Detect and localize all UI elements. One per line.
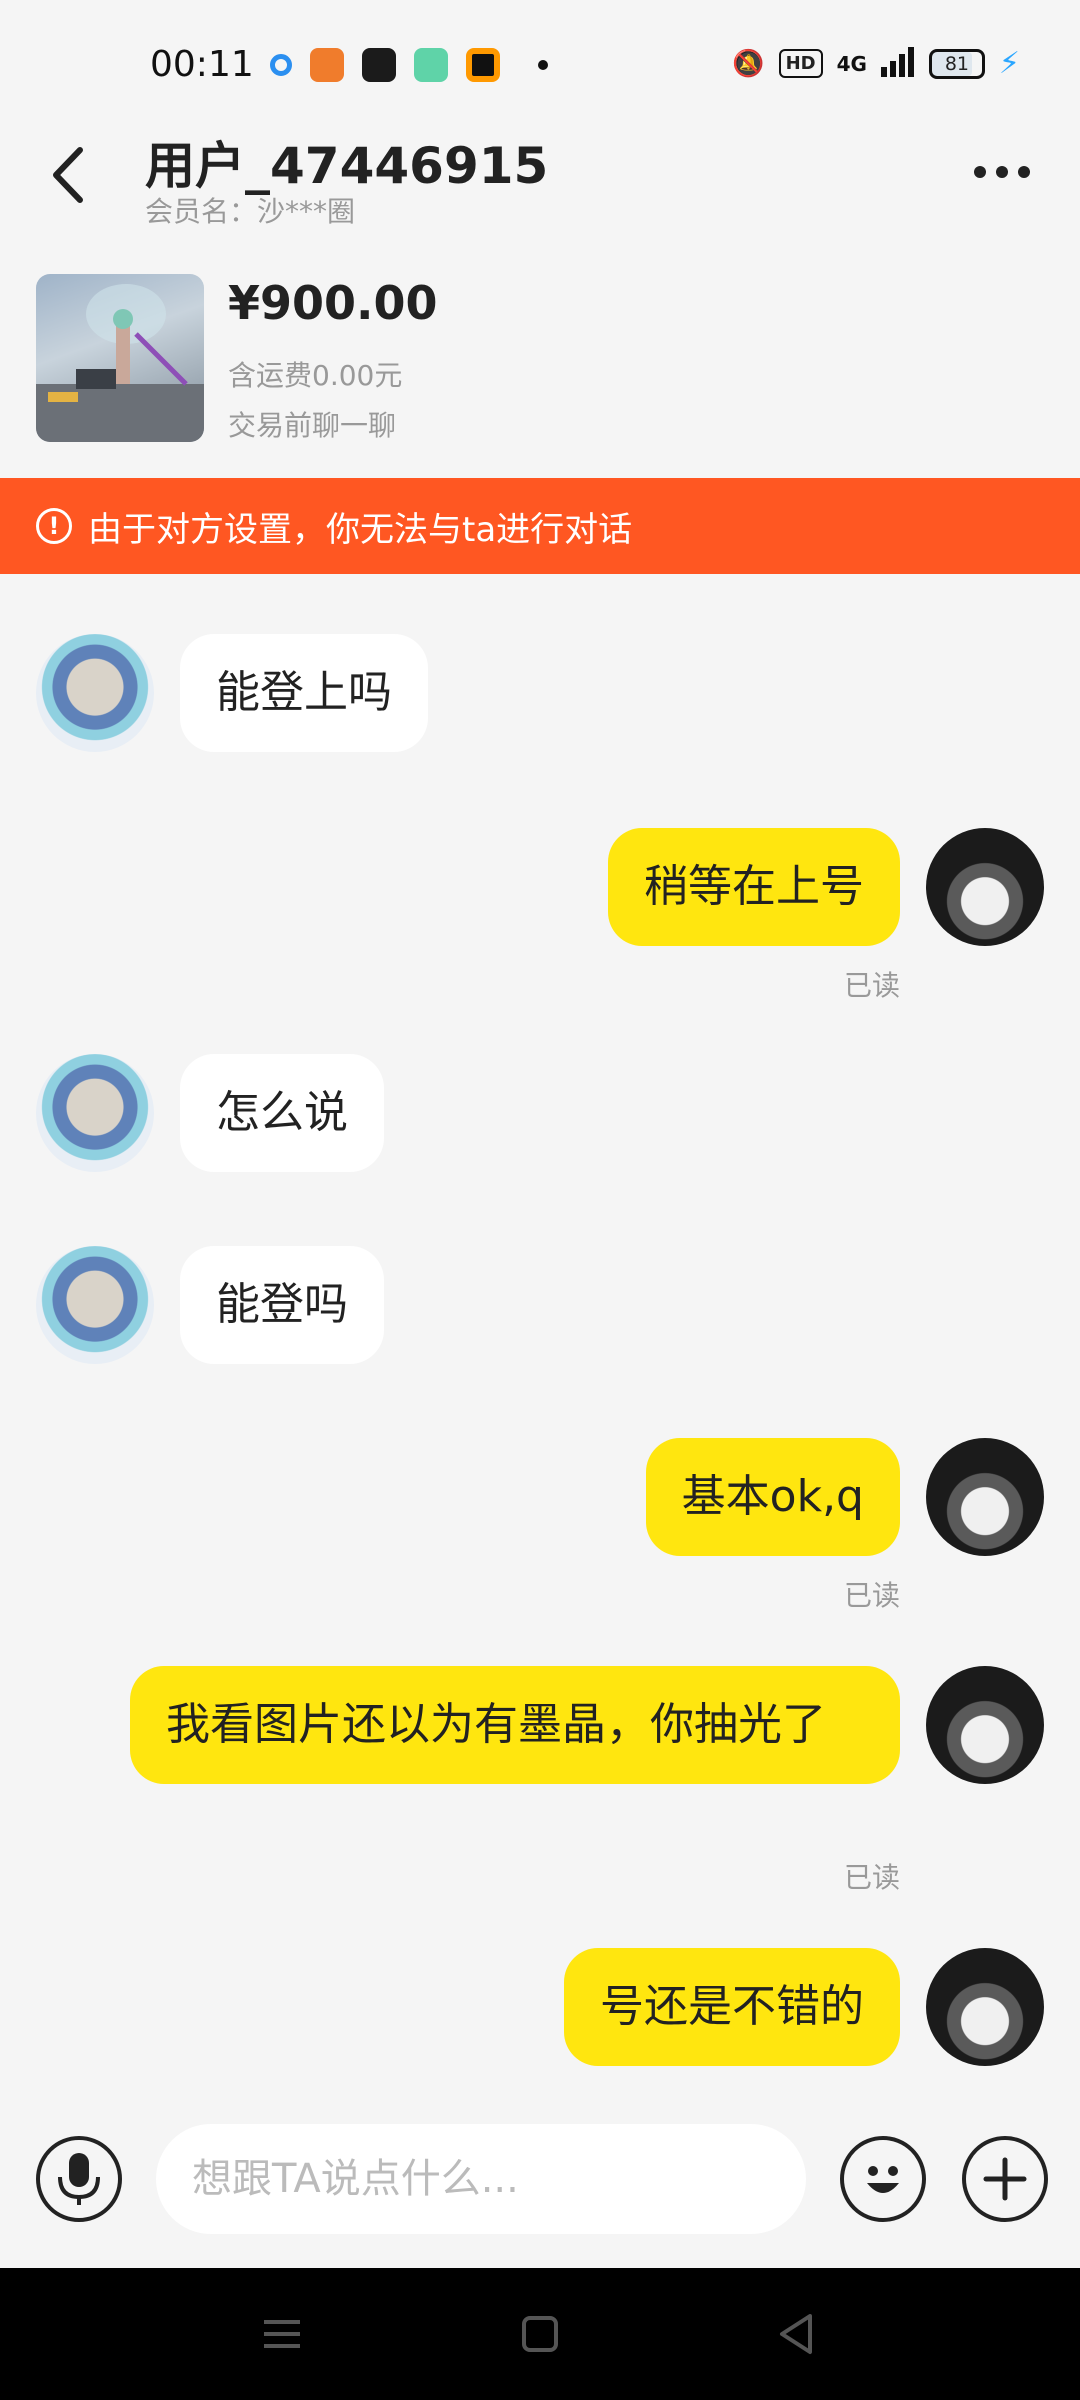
self-avatar[interactable]	[926, 828, 1044, 946]
menu-nav-button[interactable]	[252, 2308, 312, 2360]
signal-icon	[880, 46, 915, 81]
self-avatar[interactable]	[926, 1666, 1044, 1784]
message-bubble[interactable]: 能登上吗	[180, 634, 428, 752]
self-avatar[interactable]	[926, 1438, 1044, 1556]
message-bubble[interactable]: 怎么说	[180, 1054, 384, 1172]
orange-app-icon	[466, 48, 500, 82]
back-arrow-icon	[53, 147, 83, 203]
message-input[interactable]	[156, 2124, 806, 2234]
microphone-icon	[58, 2153, 100, 2205]
read-status: 已读	[843, 969, 900, 1002]
message-bubble[interactable]: 号还是不错的	[564, 1948, 900, 2066]
message-bubble[interactable]: 我看图片还以为有墨晶，你抽光了	[130, 1666, 900, 1784]
message-bubble[interactable]: 能登吗	[180, 1246, 384, 1364]
read-status: 已读	[843, 1861, 900, 1894]
read-status: 已读	[843, 1579, 900, 1612]
contact-avatar[interactable]	[36, 634, 154, 752]
prechat-hint: 交易前聊一聊	[228, 409, 397, 442]
network-label: 4G	[836, 51, 867, 76]
status-time: 00:11	[150, 44, 254, 85]
mute-vibrate-icon: 🔕	[732, 48, 765, 79]
warning-icon: !	[36, 508, 72, 544]
battery-icon: 81	[928, 48, 985, 79]
more-dot-icon	[996, 166, 1008, 178]
more-actions-button[interactable]	[962, 2136, 1048, 2222]
more-notifications-dot	[538, 60, 548, 70]
status-notification-icons	[270, 48, 548, 82]
status-right: 🔕 HD 4G 81 ⚡	[732, 46, 1020, 81]
contact-avatar[interactable]	[36, 1246, 154, 1364]
more-options-button[interactable]	[964, 156, 1040, 188]
tiktok-app-icon	[362, 48, 396, 82]
menu-icon	[264, 2320, 300, 2348]
product-card[interactable]: ¥900.00 含运费0.00元 交易前聊一聊	[36, 274, 1046, 444]
charging-icon: ⚡	[998, 46, 1020, 81]
battery-level: 81	[944, 52, 970, 75]
green-app-icon	[414, 48, 448, 82]
hd-icon: HD	[778, 49, 823, 78]
status-bar: 00:11 🔕 HD 4G 81 ⚡	[0, 0, 1080, 130]
product-thumbnail[interactable]	[36, 274, 204, 442]
back-nav-button[interactable]	[768, 2308, 828, 2360]
more-dot-icon	[1018, 166, 1030, 178]
home-icon	[522, 2316, 558, 2352]
browser-app-icon	[270, 54, 292, 76]
back-button[interactable]	[42, 140, 102, 210]
emoji-button[interactable]	[840, 2136, 926, 2222]
member-name: 会员名：沙***圈	[145, 195, 356, 228]
back-triangle-icon	[780, 2314, 812, 2354]
self-avatar[interactable]	[926, 1948, 1044, 2066]
voice-button[interactable]	[36, 2136, 122, 2222]
shipping-info: 含运费0.00元	[228, 359, 403, 392]
input-bar	[0, 2100, 1080, 2268]
system-navigation-bar	[0, 2268, 1080, 2400]
message-bubble[interactable]: 基本ok,q	[645, 1438, 900, 1556]
more-dot-icon	[974, 166, 986, 178]
uc-app-icon	[310, 48, 344, 82]
chat-header: 用户_47446915 会员名：沙***圈	[0, 120, 1080, 240]
banner-text: 由于对方设置，你无法与ta进行对话	[88, 509, 633, 550]
message-bubble[interactable]: 稍等在上号	[608, 828, 900, 946]
emoji-icon	[867, 2166, 899, 2193]
chat-title: 用户_47446915	[145, 137, 549, 195]
restriction-banner: ! 由于对方设置，你无法与ta进行对话	[0, 478, 1080, 574]
product-price: ¥900.00	[228, 276, 438, 330]
contact-avatar[interactable]	[36, 1054, 154, 1172]
home-nav-button[interactable]	[510, 2308, 570, 2360]
plus-icon	[983, 2157, 1027, 2201]
